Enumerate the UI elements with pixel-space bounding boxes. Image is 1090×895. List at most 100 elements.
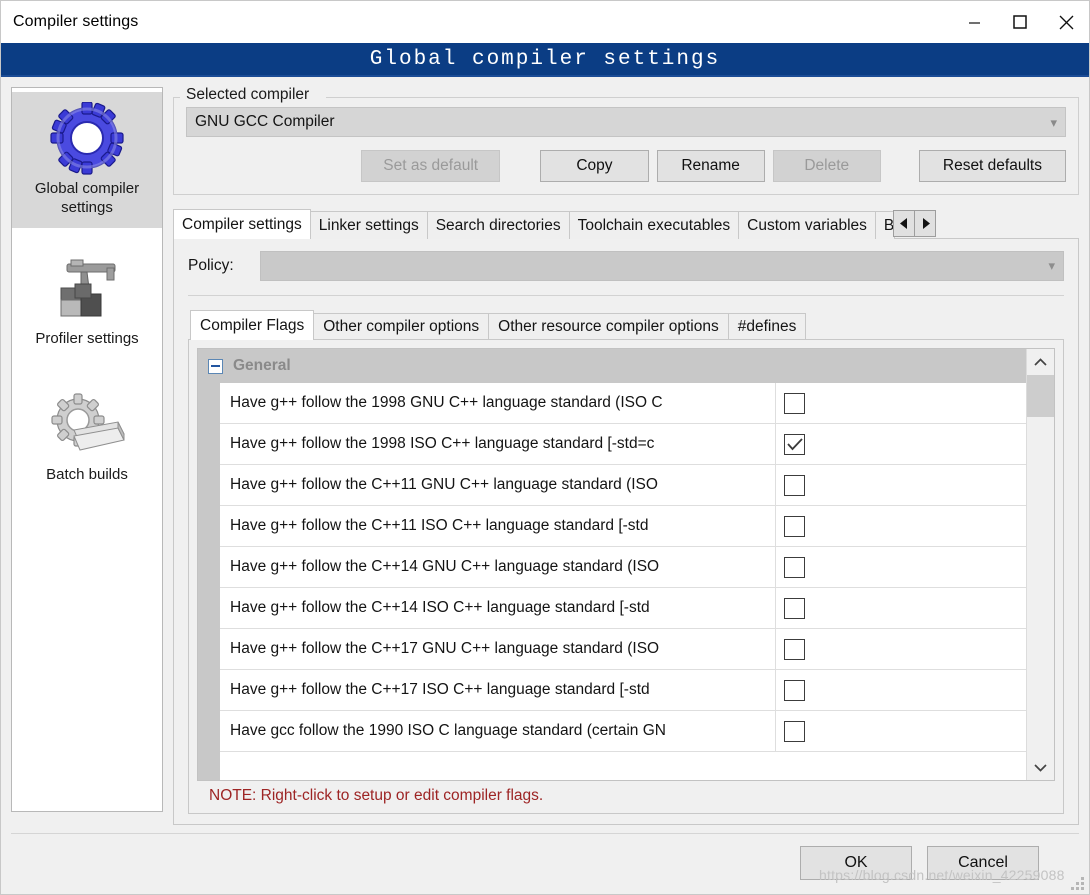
page-banner: Global compiler settings bbox=[1, 43, 1089, 77]
sidebar-item-batch-builds[interactable]: Batch builds bbox=[12, 378, 162, 495]
tab-build-options[interactable]: B bbox=[874, 211, 896, 239]
policy-label: Policy: bbox=[188, 257, 234, 274]
flags-tabs: Compiler Flags Other compiler options Ot… bbox=[188, 310, 1064, 340]
policy-row: Policy: ▾ bbox=[188, 251, 1064, 281]
table-row[interactable]: Have g++ follow the 1998 ISO C++ languag… bbox=[220, 424, 1026, 465]
table-row[interactable]: Have g++ follow the C++14 GNU C++ langua… bbox=[220, 547, 1026, 588]
table-row[interactable]: Have g++ follow the C++14 ISO C++ langua… bbox=[220, 588, 1026, 629]
set-as-default-button[interactable]: Set as default bbox=[361, 150, 501, 182]
sidebar-item-label: Global compiler settings bbox=[34, 180, 140, 216]
flags-group-title: General bbox=[233, 357, 291, 374]
tab-custom-variables[interactable]: Custom variables bbox=[738, 211, 876, 239]
settings-pane: Selected compiler GNU GCC Compiler ▾ Set… bbox=[173, 86, 1079, 825]
resize-grip[interactable] bbox=[1071, 877, 1084, 890]
flag-checkbox-cell[interactable] bbox=[776, 629, 1026, 669]
flag-checkbox-cell[interactable] bbox=[776, 465, 1026, 505]
sidebar: Global compiler settings Profiler settin… bbox=[11, 87, 163, 812]
flag-label: Have g++ follow the C++17 ISO C++ langua… bbox=[220, 670, 776, 710]
flags-gutter bbox=[198, 383, 220, 780]
page-title: Global compiler settings bbox=[369, 47, 721, 71]
rename-button[interactable]: Rename bbox=[656, 150, 765, 182]
flag-label: Have g++ follow the C++14 GNU C++ langua… bbox=[220, 547, 776, 587]
flag-checkbox-cell[interactable] bbox=[776, 383, 1026, 423]
tab-other-resource-compiler-options[interactable]: Other resource compiler options bbox=[488, 313, 729, 340]
checkbox-checked-icon[interactable] bbox=[784, 433, 805, 455]
chevron-up-icon[interactable] bbox=[1027, 349, 1054, 375]
flags-rows-area: Have g++ follow the 1998 GNU C++ languag… bbox=[198, 383, 1026, 780]
table-row[interactable]: Have g++ follow the C++17 GNU C++ langua… bbox=[220, 629, 1026, 670]
sidebar-item-profiler-settings[interactable]: Profiler settings bbox=[12, 242, 162, 359]
selected-compiler-group: Selected compiler GNU GCC Compiler ▾ Set… bbox=[173, 86, 1079, 195]
compiler-flags-panel: General Have g++ follow the 1998 GNU C++… bbox=[188, 339, 1064, 814]
policy-select[interactable]: ▾ bbox=[260, 251, 1064, 281]
flags-rows: Have g++ follow the 1998 GNU C++ languag… bbox=[220, 383, 1026, 780]
title-bar: Compiler settings bbox=[1, 1, 1089, 43]
sidebar-item-global-compiler-settings[interactable]: Global compiler settings bbox=[12, 92, 162, 228]
flag-label: Have g++ follow the C++17 GNU C++ langua… bbox=[220, 629, 776, 669]
window-title: Compiler settings bbox=[13, 13, 139, 30]
table-row[interactable]: Have g++ follow the 1998 GNU C++ languag… bbox=[220, 383, 1026, 424]
scrollbar-thumb[interactable] bbox=[1027, 375, 1054, 417]
copy-button[interactable]: Copy bbox=[540, 150, 649, 182]
scrollbar-track[interactable] bbox=[1027, 375, 1054, 754]
delete-button[interactable]: Delete bbox=[772, 150, 881, 182]
flag-label: Have g++ follow the 1998 ISO C++ languag… bbox=[220, 424, 776, 464]
checkbox-unchecked-icon[interactable] bbox=[784, 474, 805, 496]
flag-label: Have g++ follow the 1998 GNU C++ languag… bbox=[220, 383, 776, 423]
table-row[interactable]: Have g++ follow the C++17 ISO C++ langua… bbox=[220, 670, 1026, 711]
sidebar-item-label: Batch builds bbox=[46, 466, 128, 484]
flags-list-body: General Have g++ follow the 1998 GNU C++… bbox=[198, 349, 1026, 780]
flag-checkbox-cell[interactable] bbox=[776, 711, 1026, 751]
flag-label: Have g++ follow the C++11 ISO C++ langua… bbox=[220, 506, 776, 546]
table-row[interactable]: Have g++ follow the C++11 ISO C++ langua… bbox=[220, 506, 1026, 547]
flag-checkbox-cell[interactable] bbox=[776, 547, 1026, 587]
reset-defaults-button[interactable]: Reset defaults bbox=[918, 150, 1067, 182]
group-legend: Selected compiler bbox=[182, 86, 314, 104]
divider bbox=[188, 295, 1064, 296]
footer-buttons: OK Cancel bbox=[800, 846, 1039, 880]
flag-checkbox-cell[interactable] bbox=[776, 670, 1026, 710]
compiler-flags-list: General Have g++ follow the 1998 GNU C++… bbox=[197, 348, 1055, 781]
compiler-select[interactable]: GNU GCC Compiler ▾ bbox=[186, 107, 1066, 137]
chevron-down-icon[interactable] bbox=[1027, 754, 1054, 780]
tab-scroll-buttons bbox=[893, 210, 937, 237]
maximize-button[interactable] bbox=[997, 1, 1043, 43]
gear-stack-icon bbox=[18, 386, 156, 464]
flag-label: Have gcc follow the 1990 ISO C language … bbox=[220, 711, 776, 751]
checkbox-unchecked-icon[interactable] bbox=[784, 720, 805, 742]
checkbox-unchecked-icon[interactable] bbox=[784, 515, 805, 537]
minimize-button[interactable] bbox=[951, 1, 997, 43]
chevron-down-icon: ▾ bbox=[1050, 114, 1057, 130]
checkbox-unchecked-icon[interactable] bbox=[784, 556, 805, 578]
flags-scrollbar[interactable] bbox=[1026, 349, 1054, 780]
caliper-icon bbox=[18, 250, 156, 328]
cancel-button[interactable]: Cancel bbox=[927, 846, 1039, 880]
table-row[interactable]: Have gcc follow the 1990 ISO C language … bbox=[220, 711, 1026, 752]
tab-compiler-settings[interactable]: Compiler settings bbox=[173, 209, 311, 239]
tab-toolchain-executables[interactable]: Toolchain executables bbox=[568, 211, 740, 239]
tab-search-directories[interactable]: Search directories bbox=[426, 211, 570, 239]
flag-checkbox-cell[interactable] bbox=[776, 424, 1026, 464]
blue-gear-icon bbox=[18, 100, 156, 178]
tab-defines[interactable]: #defines bbox=[727, 313, 807, 340]
flag-checkbox-cell[interactable] bbox=[776, 588, 1026, 628]
checkbox-unchecked-icon[interactable] bbox=[784, 392, 805, 414]
minus-box-icon[interactable] bbox=[208, 358, 223, 374]
triangle-left-icon[interactable] bbox=[893, 210, 916, 237]
tab-linker-settings[interactable]: Linker settings bbox=[309, 211, 428, 239]
tab-other-compiler-options[interactable]: Other compiler options bbox=[313, 313, 490, 340]
flag-label: Have g++ follow the C++11 GNU C++ langua… bbox=[220, 465, 776, 505]
chevron-down-icon: ▾ bbox=[1048, 258, 1055, 273]
close-button[interactable] bbox=[1043, 1, 1089, 43]
compiler-settings-panel: Policy: ▾ Compiler Flags Other compiler … bbox=[173, 238, 1079, 825]
dialog-footer: OK Cancel bbox=[11, 833, 1079, 894]
table-row[interactable]: Have g++ follow the C++11 GNU C++ langua… bbox=[220, 465, 1026, 506]
tab-compiler-flags[interactable]: Compiler Flags bbox=[190, 310, 315, 340]
flags-group-header[interactable]: General bbox=[198, 349, 1026, 383]
ok-button[interactable]: OK bbox=[800, 846, 912, 880]
flag-checkbox-cell[interactable] bbox=[776, 506, 1026, 546]
checkbox-unchecked-icon[interactable] bbox=[784, 597, 805, 619]
checkbox-unchecked-icon[interactable] bbox=[784, 679, 805, 701]
triangle-right-icon[interactable] bbox=[914, 210, 937, 237]
checkbox-unchecked-icon[interactable] bbox=[784, 638, 805, 660]
